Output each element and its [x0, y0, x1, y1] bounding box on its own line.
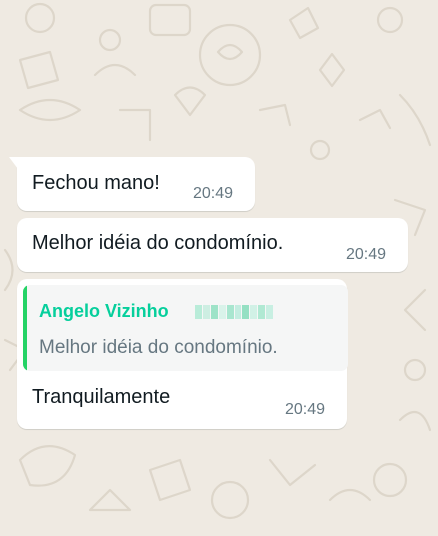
message-text: Melhor idéia do condomínio.: [32, 232, 284, 254]
quoted-message[interactable]: Angelo Vizinho Melhor idéia do condomíni…: [23, 285, 348, 371]
message-list: Fechou mano! 20:49 Melhor idéia do condo…: [0, 0, 438, 536]
quote-accent-bar: [23, 285, 27, 371]
message-text: Fechou mano!: [32, 172, 160, 194]
message-bubble[interactable]: Fechou mano! 20:49: [9, 157, 255, 211]
message-bubble[interactable]: Melhor idéia do condomínio. 20:49: [17, 218, 408, 272]
quoted-author: Angelo Vizinho: [39, 301, 169, 321]
quoted-text: Melhor idéia do condomínio.: [39, 337, 278, 358]
message-time: 20:49: [193, 185, 234, 202]
bubble-tail: [9, 157, 18, 169]
message-text: Tranquilamente: [32, 386, 171, 408]
message-time: 20:49: [285, 401, 326, 418]
message-bubble[interactable]: Angelo Vizinho Melhor idéia do condomíni…: [17, 279, 348, 429]
message-time: 20:49: [346, 246, 387, 263]
redacted-contact-name: [195, 305, 274, 319]
